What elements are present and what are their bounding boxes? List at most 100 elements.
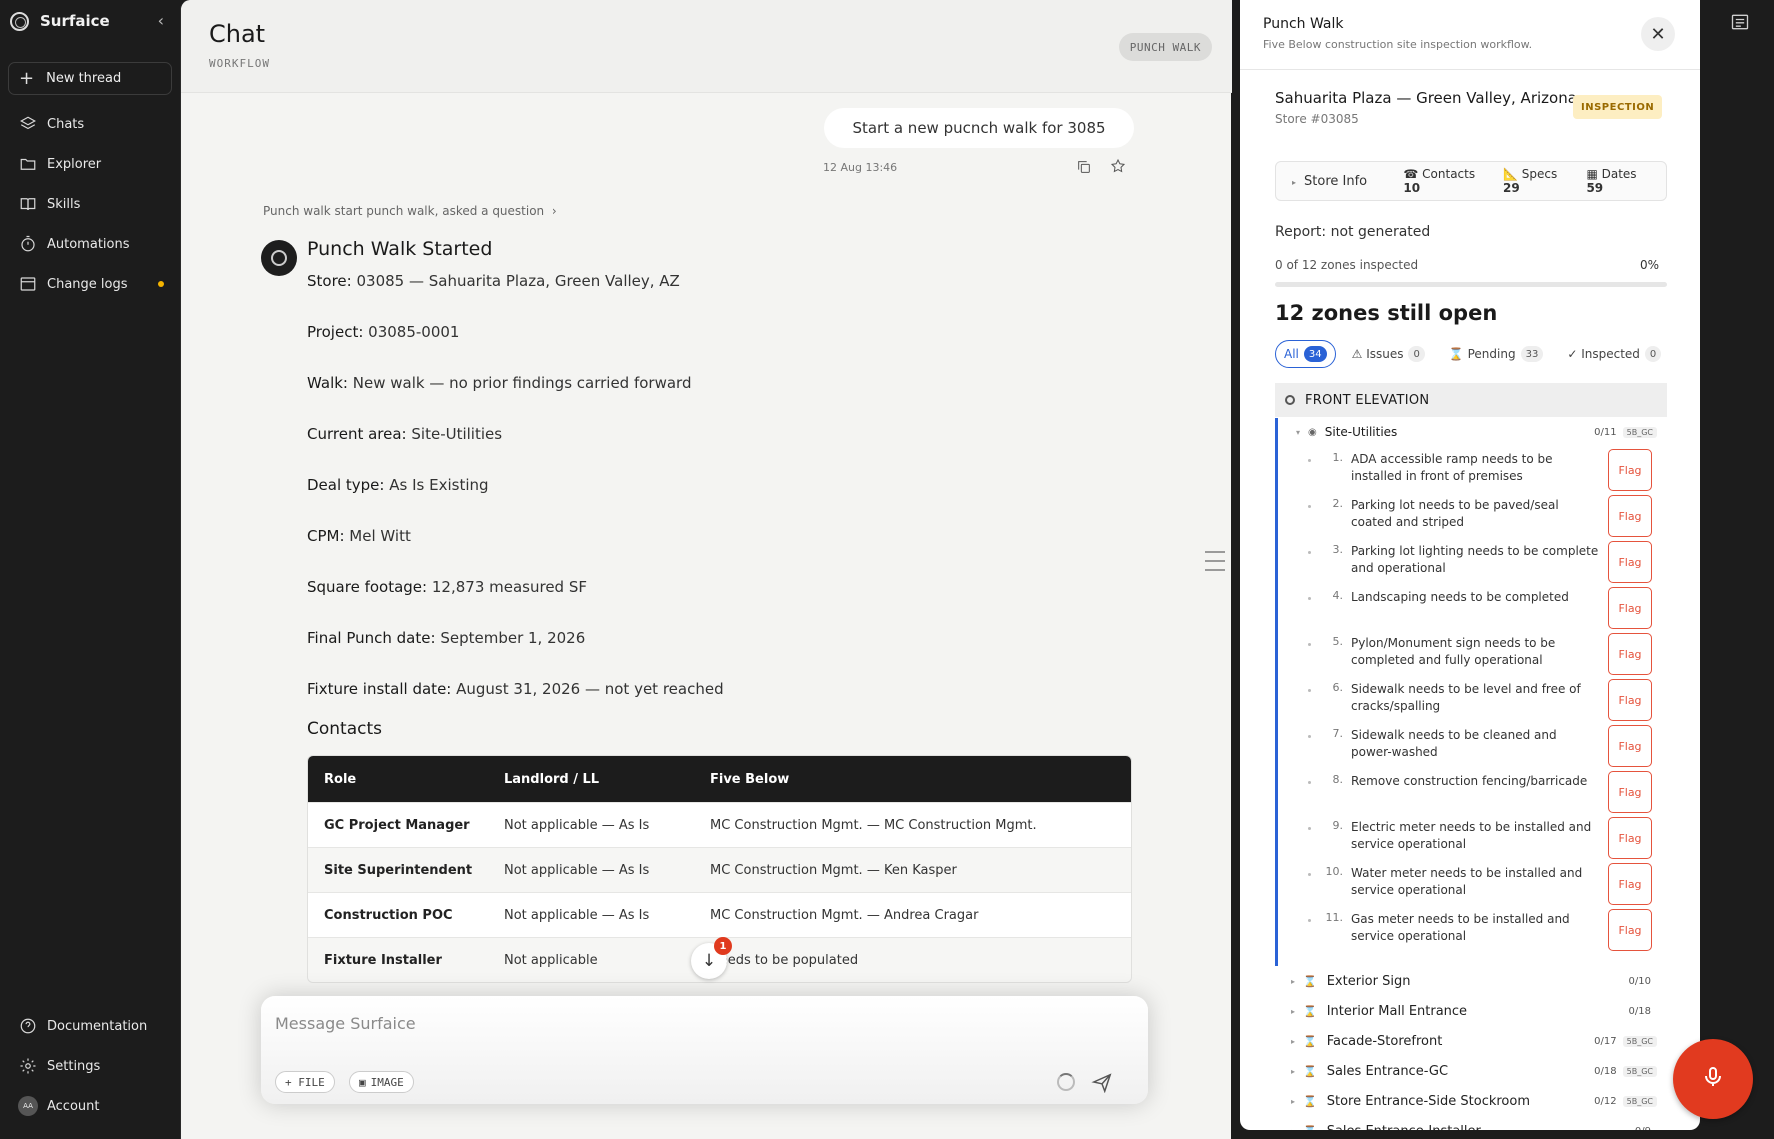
zone-row[interactable]: ▸ ⌛ Exterior Sign 0/10 (1275, 966, 1667, 996)
chevron-left-icon[interactable]: ‹ (158, 11, 164, 30)
panel-toggle-icon[interactable] (1730, 12, 1750, 36)
brand[interactable]: Surfaice ‹ (10, 10, 170, 32)
sidebar-item-change-logs[interactable]: Change logs (8, 264, 172, 304)
panel-resize-handle[interactable] (1205, 551, 1225, 578)
zone-tag: 5B_GC (1622, 1095, 1657, 1107)
sidebar-item-automations[interactable]: Automations (8, 224, 172, 264)
flag-button[interactable]: Flag (1608, 771, 1652, 813)
flag-button[interactable]: Flag (1608, 725, 1652, 767)
store-info-text: Store Info (1304, 173, 1368, 189)
checklist-item: 9. Electric meter needs to be installed a… (1278, 814, 1667, 860)
flag-button[interactable]: Flag (1608, 587, 1652, 629)
item-number: 4. (1332, 589, 1344, 602)
message-input[interactable] (275, 1010, 1115, 1036)
line-label: Project: (307, 323, 364, 341)
filter-label: ⌛ Pending (1448, 347, 1516, 361)
flag-button[interactable]: Flag (1608, 679, 1652, 721)
checklist-item: 8. Remove construction fencing/barricade F… (1278, 768, 1667, 814)
stat-value: 59 (1586, 181, 1604, 195)
filter-label: ✓ Inspected (1567, 347, 1640, 361)
flag-button[interactable]: Flag (1608, 817, 1652, 859)
contacts-stat: ☎ Contacts 10 (1403, 167, 1476, 195)
attach-image-button[interactable]: ▣ IMAGE (349, 1071, 414, 1093)
store-name: Sahuarita Plaza — Green Valley, Arizona (1275, 89, 1577, 107)
plus-icon: + (19, 67, 35, 89)
sidebar-item-explorer[interactable]: Explorer (8, 144, 172, 184)
zone-row[interactable]: ▸ ⌛ Sales Entrance-Installer 0/9 (1275, 1116, 1667, 1131)
store-info-toggle[interactable]: ▸ Store Info ☎ Contacts 10 📐 Specs 29 ▦ D… (1275, 161, 1667, 201)
specs-stat: 📐 Specs 29 (1503, 167, 1558, 195)
progress-bar (1275, 282, 1667, 287)
item-text: Electric meter needs to be installed and… (1351, 820, 1592, 851)
zone-row[interactable]: ▸ ⌛ Facade-Storefront 0/17 5B_GC (1275, 1026, 1667, 1056)
response-title: Punch Walk Started (307, 238, 493, 260)
line-label: Final Punch date: (307, 629, 436, 647)
caret-right-icon: ▸ (1291, 1036, 1296, 1046)
checklist-item: 4. Landscaping needs to be completed Flag (1278, 584, 1667, 630)
zone-count: 0/17 (1594, 1035, 1617, 1047)
sidebar-item-label: Skills (47, 196, 81, 212)
report-status: Report: not generated (1275, 224, 1431, 240)
flag-button[interactable]: Flag (1608, 863, 1652, 905)
zone-row[interactable]: ▸ ⌛ Store Entrance-Side Stockroom 0/12 5B_GC (1275, 1086, 1667, 1116)
filter-issues[interactable]: ⚠ Issues 0 (1344, 340, 1433, 368)
item-number: 6. (1332, 681, 1344, 694)
filter-all[interactable]: All 34 (1275, 340, 1336, 368)
zone-count: 0/12 (1594, 1095, 1617, 1107)
subzone-site-utilities: ▾ ◉ Site-Utilities 0/11 5B_GC 1. ADA acce… (1275, 418, 1667, 966)
column-header: Landlord / LL (504, 771, 600, 787)
sidebar-item-account[interactable]: AA Account (8, 1086, 172, 1126)
column-header: Five Below (710, 771, 790, 787)
zone-header-label: FRONT ELEVATION (1305, 392, 1430, 408)
zone-name: Exterior Sign (1326, 973, 1411, 989)
star-icon[interactable] (1110, 158, 1126, 178)
panel-title: Punch Walk (1263, 16, 1344, 32)
item-text: Sidewalk needs to be level and free of c… (1351, 682, 1581, 713)
caret-right-icon: ▸ (1291, 1066, 1296, 1076)
line-label: CPM: (307, 527, 345, 545)
filter-inspected[interactable]: ✓ Inspected 0 (1559, 340, 1669, 368)
reasoning-label: Punch walk start punch walk, asked a que… (263, 204, 545, 218)
copy-icon[interactable] (1076, 159, 1092, 179)
filter-pending[interactable]: ⌛ Pending 33 (1441, 340, 1551, 368)
flag-button[interactable]: Flag (1608, 495, 1652, 537)
stat-label: Dates (1601, 167, 1637, 181)
image-button-label: IMAGE (370, 1075, 404, 1089)
stat-value: 10 (1403, 181, 1421, 195)
zone-header[interactable]: FRONT ELEVATION (1275, 383, 1667, 417)
user-message: Start a new pucnch walk for 3085 (824, 108, 1134, 148)
sidebar-item-chats[interactable]: Chats (8, 104, 172, 144)
item-text: Parking lot needs to be paved/seal coate… (1351, 498, 1559, 529)
new-thread-button[interactable]: + New thread (8, 62, 172, 95)
flag-button[interactable]: Flag (1608, 909, 1652, 951)
line-label: Current area: (307, 425, 407, 443)
table-row: GC Project Manager Not applicable — As I… (308, 802, 1131, 847)
flag-button[interactable]: Flag (1608, 633, 1652, 675)
line-label: Store: (307, 272, 352, 290)
item-number: 7. (1332, 727, 1344, 740)
line-label: Walk: (307, 374, 348, 392)
attach-file-button[interactable]: + FILE (275, 1071, 335, 1093)
checklist-item: 7. Sidewalk needs to be cleaned and power… (1278, 722, 1667, 768)
caret-right-icon: ▸ (1291, 1127, 1295, 1131)
caret-right-icon: ▸ (1291, 1096, 1296, 1106)
zone-row[interactable]: ▸ ⌛ Sales Entrance-GC 0/18 5B_GC (1275, 1056, 1667, 1086)
subzone-count: 0/11 (1594, 426, 1617, 438)
item-number: 1. (1332, 451, 1344, 464)
zone-row[interactable]: ▸ ⌛ Interior Mall Entrance 0/18 (1275, 996, 1667, 1026)
sidebar-item-documentation[interactable]: Documentation (8, 1006, 172, 1046)
flag-button[interactable]: Flag (1608, 541, 1652, 583)
sidebar-item-settings[interactable]: Settings (8, 1046, 172, 1086)
flag-button[interactable]: Flag (1608, 449, 1652, 491)
send-icon[interactable] (1091, 1071, 1113, 1097)
sidebar-item-skills[interactable]: Skills (8, 184, 172, 224)
sidebar-bottom-nav: Documentation Settings AA Account (8, 1006, 172, 1126)
zones-open-heading: 12 zones still open (1275, 301, 1498, 325)
close-panel-button[interactable]: ✕ (1641, 17, 1675, 51)
subzone-header[interactable]: ▾ ◉ Site-Utilities 0/11 5B_GC (1278, 418, 1667, 446)
zone-name: Sales Entrance-GC (1326, 1063, 1449, 1079)
divider (1240, 69, 1700, 70)
reasoning-toggle[interactable]: Punch walk start punch walk, asked a que… (263, 204, 557, 218)
voice-input-button[interactable] (1673, 1039, 1753, 1119)
response-line: Final Punch date: September 1, 2026 (307, 629, 585, 647)
